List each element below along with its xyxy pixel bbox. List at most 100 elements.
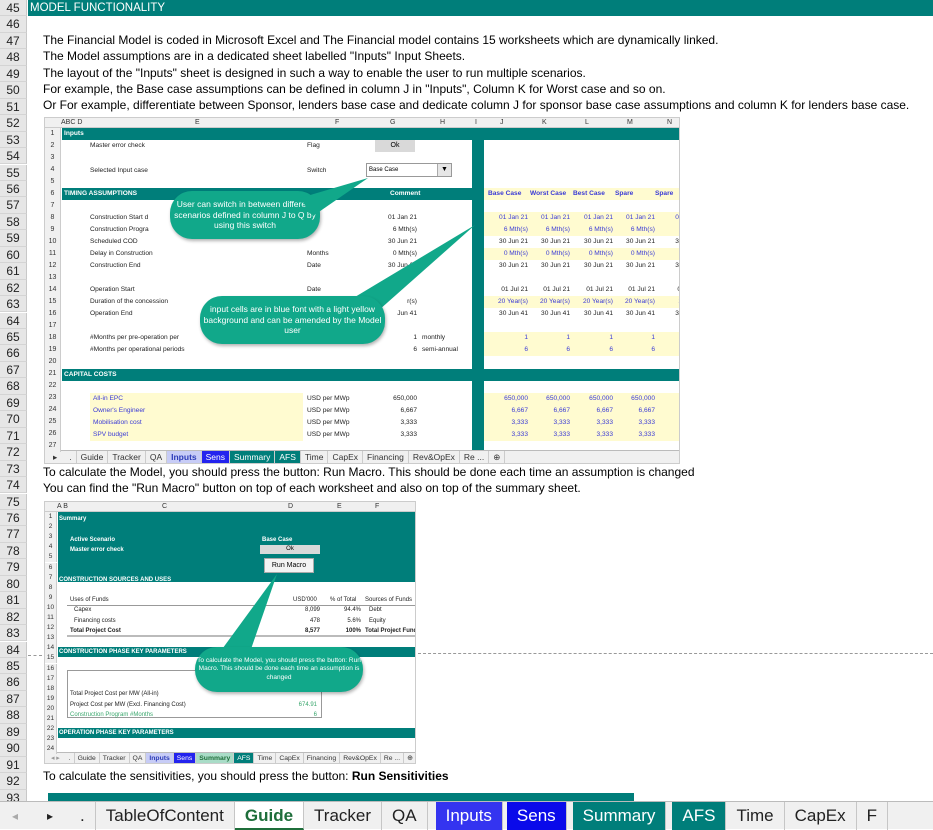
row-header[interactable]: 73	[0, 460, 27, 477]
sheet-tab-inputs[interactable]: Inputs	[435, 801, 503, 830]
callout-run-macro: To calculate the Model, you should press…	[195, 647, 363, 692]
row-header[interactable]: 66	[0, 345, 27, 362]
row-header[interactable]: 58	[0, 213, 27, 231]
page-break-line	[418, 653, 933, 654]
inputs-row-number: 11	[45, 248, 61, 260]
row-header[interactable]: 46	[0, 16, 27, 33]
sheet-tab-[interactable]: .	[70, 801, 96, 830]
summary-row-number: 10	[45, 602, 57, 613]
sensitivities-text: To calculate the sensitivities, you shou…	[43, 769, 352, 783]
row-header[interactable]: 53	[0, 131, 27, 148]
inputs-row-number: 10	[45, 236, 61, 248]
row-header[interactable]: 70	[0, 411, 27, 428]
row-header[interactable]: 50	[0, 82, 27, 99]
row-header[interactable]: 68	[0, 378, 27, 395]
row-header[interactable]: 83	[0, 625, 27, 642]
sheet-tab-capex[interactable]: CapEx	[785, 801, 857, 830]
summary-row-number: 21	[45, 714, 57, 724]
callout-tails	[300, 178, 475, 318]
summary-row-number: 24	[45, 744, 57, 755]
inputs-row-number: 21	[45, 368, 61, 380]
inputs-row-number: 8	[45, 212, 61, 224]
page-break-line-left	[28, 655, 42, 656]
row-header[interactable]: 89	[0, 723, 27, 741]
row-header[interactable]: 64	[0, 312, 27, 329]
row-header[interactable]: 56	[0, 180, 27, 198]
row-header[interactable]: 80	[0, 575, 27, 593]
row-header[interactable]: 84	[0, 641, 27, 658]
summary-row-number: 11	[45, 613, 57, 623]
summary-row-number: 20	[45, 703, 57, 714]
inputs-row-number: 6	[45, 188, 61, 200]
inputs-row-number: 15	[45, 296, 61, 308]
row-header[interactable]: 71	[0, 427, 27, 445]
row-header[interactable]: 79	[0, 559, 27, 576]
row-header[interactable]: 72	[0, 444, 27, 461]
sheet-tab-time[interactable]: Time	[726, 801, 785, 830]
summary-row-number: 9	[45, 592, 57, 603]
row-header[interactable]: 86	[0, 674, 27, 691]
summary-row-number: 22	[45, 724, 57, 735]
row-header[interactable]: 65	[0, 329, 27, 346]
row-header[interactable]: 47	[0, 32, 27, 50]
row-header[interactable]: 69	[0, 394, 27, 412]
inputs-row-number: 25	[45, 416, 61, 428]
row-header[interactable]: 88	[0, 707, 27, 724]
summary-row-number: 16	[45, 663, 57, 674]
summary-row-number: 14	[45, 643, 57, 654]
row-header[interactable]: 74	[0, 477, 27, 494]
text-line-50: For example, the Base case assumptions c…	[43, 82, 666, 96]
row-header[interactable]: 60	[0, 246, 27, 264]
callout-input-cells: input cells are in blue font with a ligh…	[200, 296, 385, 344]
summary-row-number: 7	[45, 572, 57, 583]
inputs-row-number: 1	[45, 128, 61, 140]
summary-row-number: 5	[45, 552, 57, 563]
row-header[interactable]: 85	[0, 658, 27, 675]
scroll-left-icon[interactable]: ◂	[0, 809, 30, 823]
row-header[interactable]: 78	[0, 542, 27, 560]
sheet-tab-tracker[interactable]: Tracker	[304, 801, 383, 830]
sheet-tab-summary[interactable]: Summary	[572, 801, 667, 830]
row-header[interactable]: 75	[0, 493, 27, 510]
row-header[interactable]: 82	[0, 608, 27, 626]
row-header[interactable]: 55	[0, 164, 27, 181]
row-header[interactable]: 49	[0, 65, 27, 83]
sheet-tab-afs[interactable]: AFS	[672, 801, 727, 830]
inputs-row-number: 7	[45, 200, 61, 212]
row-header[interactable]: 87	[0, 690, 27, 708]
inputs-row-number: 2	[45, 140, 61, 152]
row-header[interactable]: 77	[0, 526, 27, 543]
inputs-row-number: 5	[45, 176, 61, 188]
row-header[interactable]: 81	[0, 592, 27, 609]
summary-row-number: 12	[45, 623, 57, 634]
row-header[interactable]: 48	[0, 49, 27, 66]
summary-row-number: 15	[45, 653, 57, 664]
inputs-row-number: 3	[45, 152, 61, 164]
callout-switch-tail	[300, 178, 368, 216]
row-header[interactable]: 51	[0, 98, 27, 116]
sheet-tab-sens[interactable]: Sens	[506, 801, 567, 830]
text-line-93: To calculate the sensitivities, you shou…	[43, 769, 449, 783]
row-header[interactable]: 54	[0, 148, 27, 165]
row-header[interactable]: 59	[0, 230, 27, 247]
row-header[interactable]: 61	[0, 263, 27, 280]
sheet-tab-tableofcontent[interactable]: TableOfContent	[96, 801, 235, 830]
sheet-tab-f[interactable]: F	[857, 801, 889, 830]
section-header-model-functionality: MODEL FUNCTIONALITY	[28, 0, 933, 16]
row-header[interactable]: 92	[0, 773, 27, 790]
scroll-right-icon[interactable]: ▸	[30, 809, 70, 823]
inputs-row-number: 20	[45, 356, 61, 368]
row-header[interactable]: 57	[0, 197, 27, 214]
inputs-row-number: 18	[45, 332, 61, 344]
row-header[interactable]: 52	[0, 115, 27, 132]
row-header[interactable]: 62	[0, 279, 27, 297]
sheet-tab-qa[interactable]: QA	[382, 801, 428, 830]
text-line-48: The Model assumptions are in a dedicated…	[43, 49, 466, 63]
sheet-tab-guide[interactable]: Guide	[234, 801, 305, 830]
row-header[interactable]: 76	[0, 509, 27, 527]
row-header[interactable]: 45	[0, 0, 27, 17]
row-header[interactable]: 90	[0, 740, 27, 757]
row-header[interactable]: 91	[0, 756, 27, 774]
row-header[interactable]: 67	[0, 361, 27, 379]
row-header[interactable]: 63	[0, 296, 27, 313]
